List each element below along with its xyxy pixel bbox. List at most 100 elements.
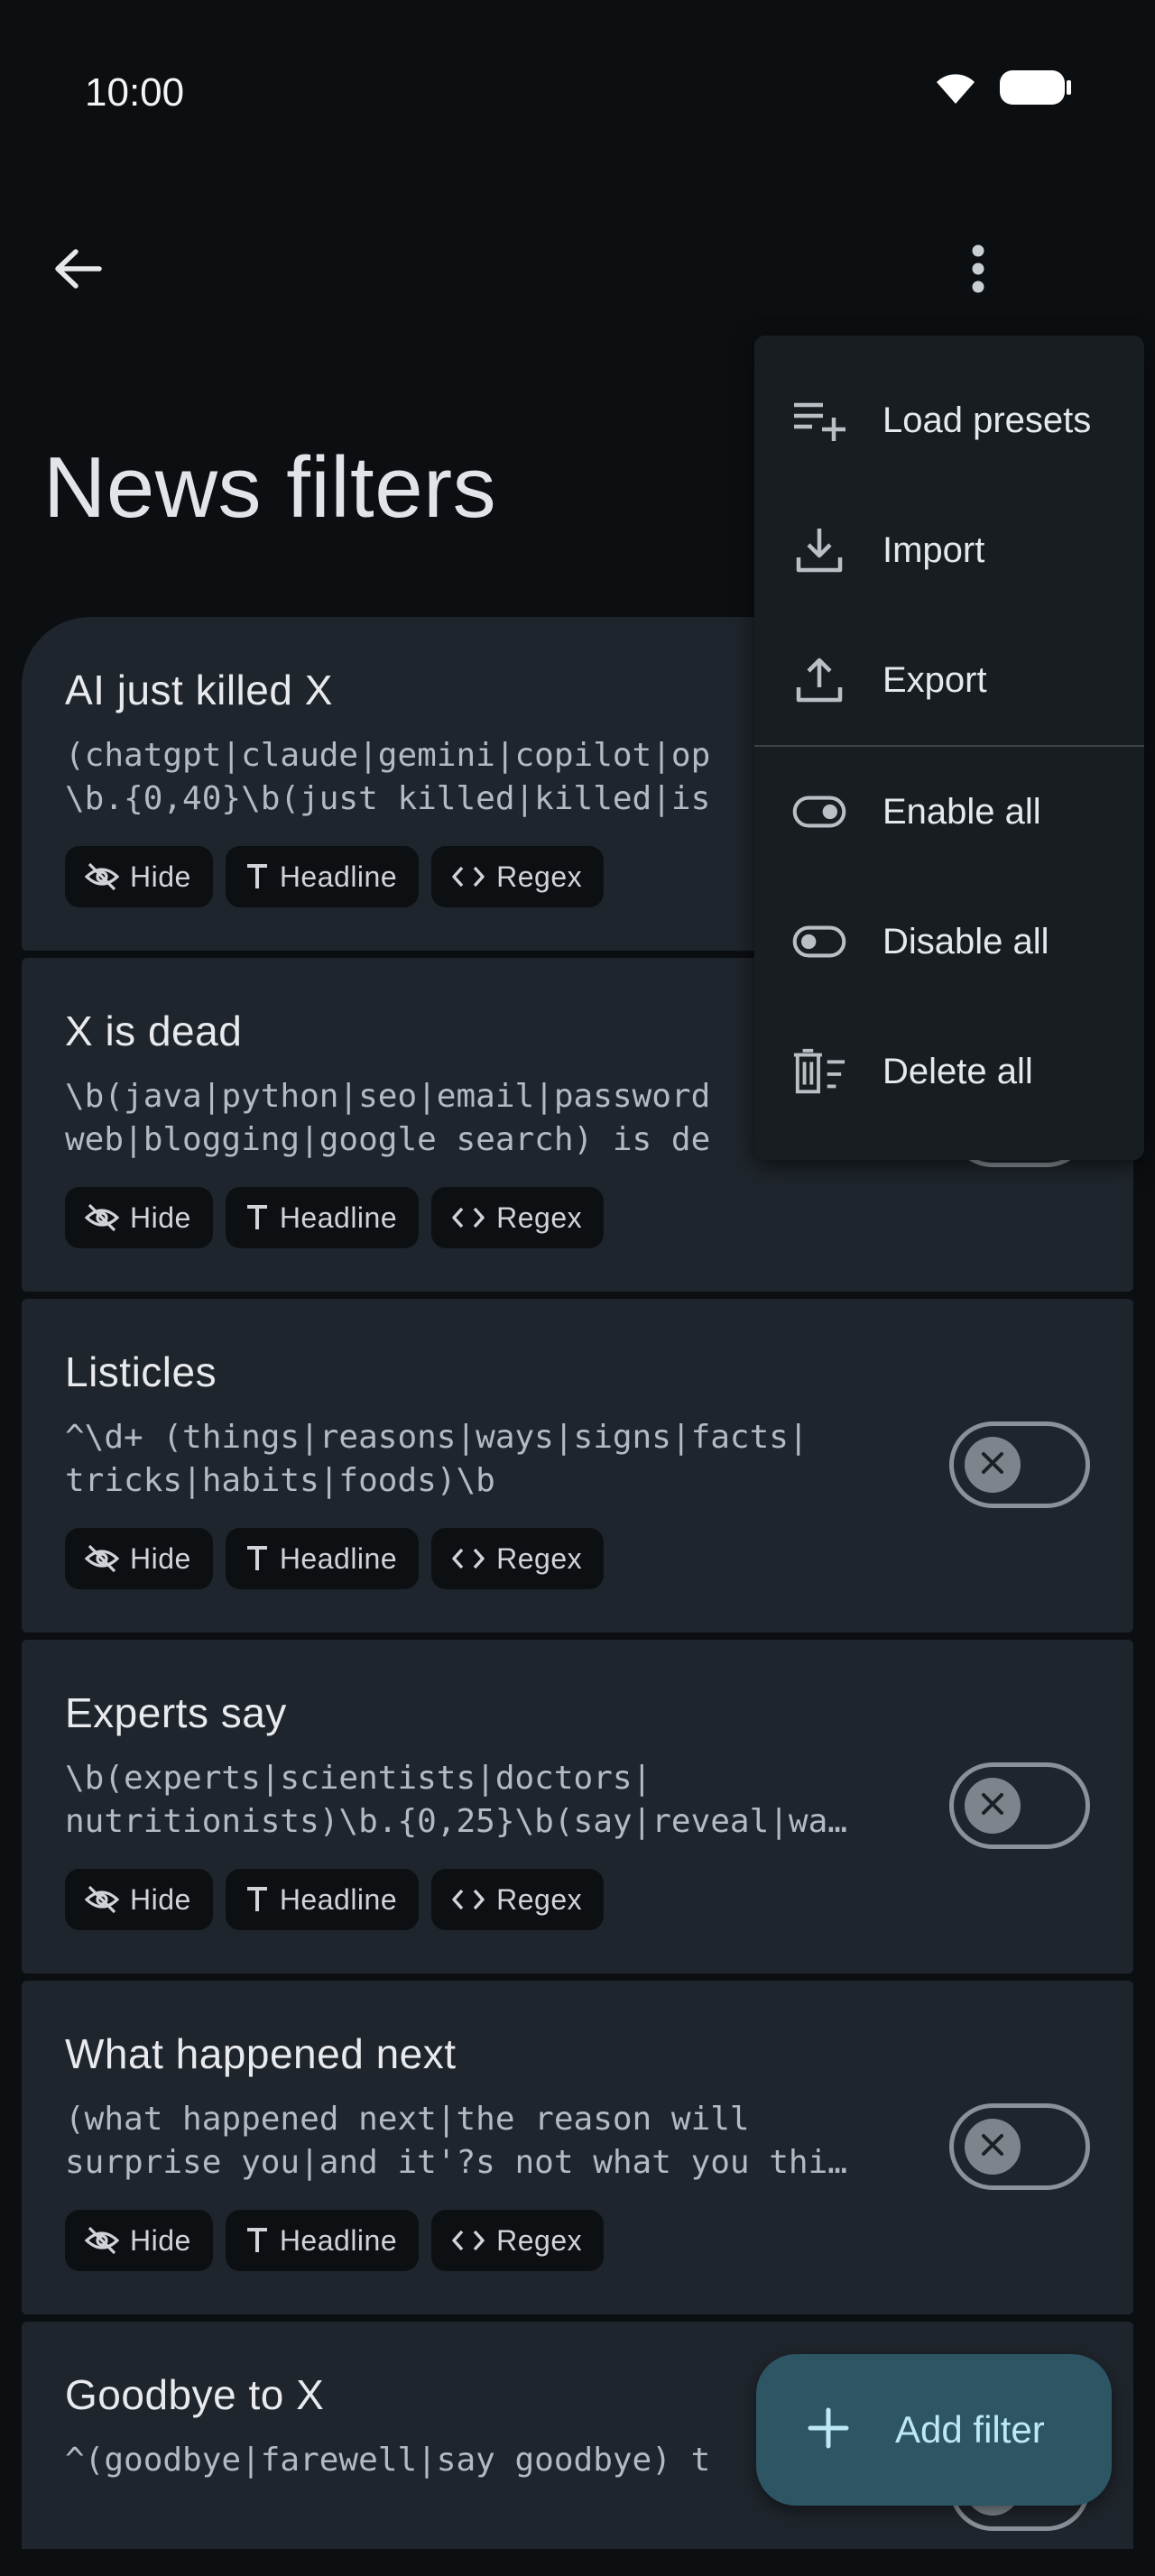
filter-card[interactable]: Experts say \b(experts|scientists|doctors…	[22, 1640, 1133, 1973]
chip-type: Regex	[431, 846, 605, 907]
wifi-icon	[933, 69, 978, 110]
filter-title: AI just killed X	[65, 667, 333, 713]
filter-pattern-line: ^\d+ (things|reasons|ways|signs|facts|	[65, 1419, 808, 1456]
menu-item-enable-all[interactable]: Enable all	[754, 747, 1144, 877]
code-icon	[451, 1887, 485, 1912]
toggle-knob	[965, 1437, 1021, 1493]
page-title: News filters	[43, 439, 497, 536]
filter-chips: Hide Headline Regex	[65, 1187, 605, 1248]
chip-label: Headline	[279, 1882, 398, 1916]
toggle-knob	[965, 1778, 1021, 1834]
delete-sweep-icon	[792, 1044, 846, 1099]
filter-chips: Hide Headline Regex	[65, 2210, 605, 2271]
status-bar: 10:00	[0, 0, 1155, 180]
filter-pattern-line: \b(experts|scientists|doctors|	[65, 1760, 652, 1797]
add-filter-button[interactable]: Add filter	[756, 2354, 1112, 2506]
filter-chips: Hide Headline Regex	[65, 846, 605, 907]
playlist-add-icon	[792, 393, 846, 447]
menu-item-delete-all[interactable]: Delete all	[754, 1007, 1144, 1136]
chip-action: Hide	[65, 2210, 213, 2271]
chip-label: Regex	[496, 860, 583, 893]
title-icon	[245, 2227, 269, 2254]
status-icons	[933, 69, 1072, 111]
battery-icon	[998, 69, 1072, 111]
menu-item-load-presets[interactable]: Load presets	[754, 355, 1144, 485]
chip-label: Regex	[496, 1201, 583, 1234]
chip-label: Headline	[279, 860, 398, 893]
close-icon	[979, 1790, 1006, 1822]
back-button[interactable]	[40, 233, 116, 308]
chip-action: Hide	[65, 1528, 213, 1589]
menu-item-import[interactable]: Import	[754, 485, 1144, 615]
filter-chips: Hide Headline Regex	[65, 1528, 605, 1589]
overflow-menu: Load presets Import Export Enable all Di…	[754, 336, 1144, 1160]
visibility-off-icon	[85, 1203, 119, 1232]
filter-title: Experts say	[65, 1689, 287, 1736]
chip-label: Hide	[130, 860, 191, 893]
filter-title: X is dead	[65, 1007, 243, 1054]
chip-action: Hide	[65, 1869, 213, 1930]
download-icon	[792, 523, 846, 577]
chip-type: Regex	[431, 1528, 605, 1589]
filter-toggle[interactable]	[949, 1762, 1090, 1849]
chip-label: Hide	[130, 2223, 191, 2257]
chip-label: Headline	[279, 1541, 398, 1575]
chip-label: Regex	[496, 2223, 583, 2257]
menu-item-label: Disable all	[882, 921, 1049, 961]
chip-field: Headline	[225, 1528, 420, 1589]
more-options-button[interactable]	[940, 233, 1016, 308]
filter-pattern: \b(experts|scientists|doctors| nutritioni…	[65, 1757, 913, 1844]
filter-pattern: (what happened next|the reason will surpr…	[65, 2098, 913, 2185]
filter-pattern-line: tricks|habits|foods)\b	[65, 1462, 495, 1499]
code-icon	[451, 864, 485, 889]
filter-pattern: ^\d+ (things|reasons|ways|signs|facts| tr…	[65, 1416, 913, 1503]
chip-field: Headline	[225, 1869, 420, 1930]
visibility-off-icon	[85, 862, 119, 891]
menu-item-label: Export	[882, 659, 987, 700]
toggle-knob	[965, 2119, 1021, 2175]
menu-item-label: Import	[882, 529, 985, 570]
upload-icon	[792, 653, 846, 707]
add-filter-label: Add filter	[895, 2408, 1045, 2451]
code-icon	[451, 1546, 485, 1571]
filter-title: Goodbye to X	[65, 2371, 325, 2418]
filter-chips: Hide Headline Regex	[65, 1869, 605, 1930]
chip-action: Hide	[65, 846, 213, 907]
filter-toggle[interactable]	[949, 2103, 1090, 2190]
menu-item-export[interactable]: Export	[754, 615, 1144, 745]
visibility-off-icon	[85, 1885, 119, 1914]
chip-type: Regex	[431, 2210, 605, 2271]
close-icon	[979, 1449, 1006, 1481]
chip-label: Hide	[130, 1541, 191, 1575]
filter-card[interactable]: Listicles ^\d+ (things|reasons|ways|signs…	[22, 1299, 1133, 1633]
chip-label: Headline	[279, 2223, 398, 2257]
app-bar	[0, 216, 1155, 325]
filter-pattern-line: (what happened next|the reason will	[65, 2101, 750, 2138]
toggle-on-icon	[792, 785, 846, 839]
filter-toggle[interactable]	[949, 1421, 1090, 1508]
plus-icon	[807, 2406, 850, 2454]
visibility-off-icon	[85, 2226, 119, 2255]
chip-label: Hide	[130, 1201, 191, 1234]
menu-item-disable-all[interactable]: Disable all	[754, 877, 1144, 1007]
menu-item-label: Enable all	[882, 791, 1041, 832]
menu-item-label: Load presets	[882, 400, 1092, 440]
filter-card[interactable]: What happened next (what happened next|th…	[22, 1981, 1133, 2314]
toggle-off-icon	[792, 915, 846, 969]
chip-label: Regex	[496, 1541, 583, 1575]
chip-action: Hide	[65, 1187, 213, 1248]
more-vert-icon	[969, 244, 987, 299]
chip-label: Headline	[279, 1201, 398, 1234]
title-icon	[245, 863, 269, 890]
status-time: 10:00	[85, 70, 185, 115]
title-icon	[245, 1204, 269, 1231]
filter-title: What happened next	[65, 2030, 457, 2077]
visibility-off-icon	[85, 1544, 119, 1573]
chip-field: Headline	[225, 2210, 420, 2271]
chip-type: Regex	[431, 1187, 605, 1248]
code-icon	[451, 1205, 485, 1230]
chip-label: Regex	[496, 1882, 583, 1916]
filter-pattern-line: surprise you|and it'?s not what you thi…	[65, 2144, 847, 2181]
code-icon	[451, 2228, 485, 2253]
chip-field: Headline	[225, 846, 420, 907]
